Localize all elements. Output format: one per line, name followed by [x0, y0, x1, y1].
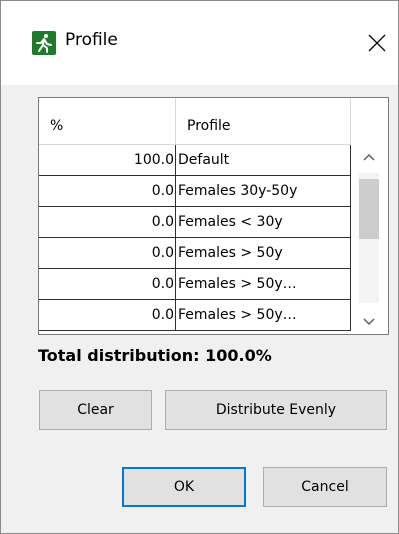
profile-cell[interactable]: Females < 30y: [176, 207, 351, 238]
total-distribution-label: Total distribution: 100.0%: [38, 346, 272, 365]
profile-cell[interactable]: Default: [176, 145, 351, 176]
table-row[interactable]: 0.0 Females 30y-50y: [39, 176, 351, 207]
scroll-track[interactable]: [359, 173, 379, 303]
running-person-icon: [32, 31, 56, 55]
chevron-up-icon: [363, 153, 375, 161]
close-icon: [368, 34, 386, 52]
profile-cell[interactable]: Females 30y-50y: [176, 176, 351, 207]
percent-cell[interactable]: 100.0: [39, 145, 176, 176]
table-header: % Profile: [39, 98, 351, 145]
window-title: Profile: [65, 30, 118, 50]
column-header-percent[interactable]: %: [39, 98, 176, 145]
percent-cell[interactable]: 0.0: [39, 238, 176, 269]
table-row[interactable]: 0.0 Females > 50y…: [39, 269, 351, 300]
close-button[interactable]: [361, 27, 393, 59]
table-row[interactable]: 0.0 Females > 50y: [39, 238, 351, 269]
table-row[interactable]: 100.0 Default: [39, 145, 351, 176]
chevron-down-icon: [363, 318, 375, 326]
profile-cell[interactable]: Females > 50y: [176, 238, 351, 269]
percent-cell[interactable]: 0.0: [39, 269, 176, 300]
table-row[interactable]: 0.0 Females < 30y: [39, 207, 351, 238]
table-rows: 100.0 Default 0.0 Females 30y-50y 0.0 Fe…: [39, 145, 351, 331]
scroll-down-button[interactable]: [359, 312, 379, 332]
table-row[interactable]: 0.0 Females > 50y…: [39, 300, 351, 331]
percent-cell[interactable]: 0.0: [39, 207, 176, 238]
percent-cell[interactable]: 0.0: [39, 300, 176, 331]
vertical-scrollbar[interactable]: [351, 145, 388, 334]
profile-cell[interactable]: Females > 50y…: [176, 269, 351, 300]
scroll-up-button[interactable]: [359, 147, 379, 167]
distribute-evenly-button[interactable]: Distribute Evenly: [165, 390, 387, 430]
percent-cell[interactable]: 0.0: [39, 176, 176, 207]
column-header-profile[interactable]: Profile: [176, 98, 351, 145]
profile-dialog: Profile % Profile 100.0 Default 0.0 Fema…: [0, 0, 399, 534]
ok-button[interactable]: OK: [122, 467, 246, 507]
title-bar: Profile: [1, 1, 398, 85]
profile-cell[interactable]: Females > 50y…: [176, 300, 351, 331]
cancel-button[interactable]: Cancel: [263, 467, 387, 507]
scroll-thumb[interactable]: [359, 179, 379, 239]
clear-button[interactable]: Clear: [39, 390, 152, 430]
profile-table[interactable]: % Profile 100.0 Default 0.0 Females 30y-…: [38, 97, 389, 335]
